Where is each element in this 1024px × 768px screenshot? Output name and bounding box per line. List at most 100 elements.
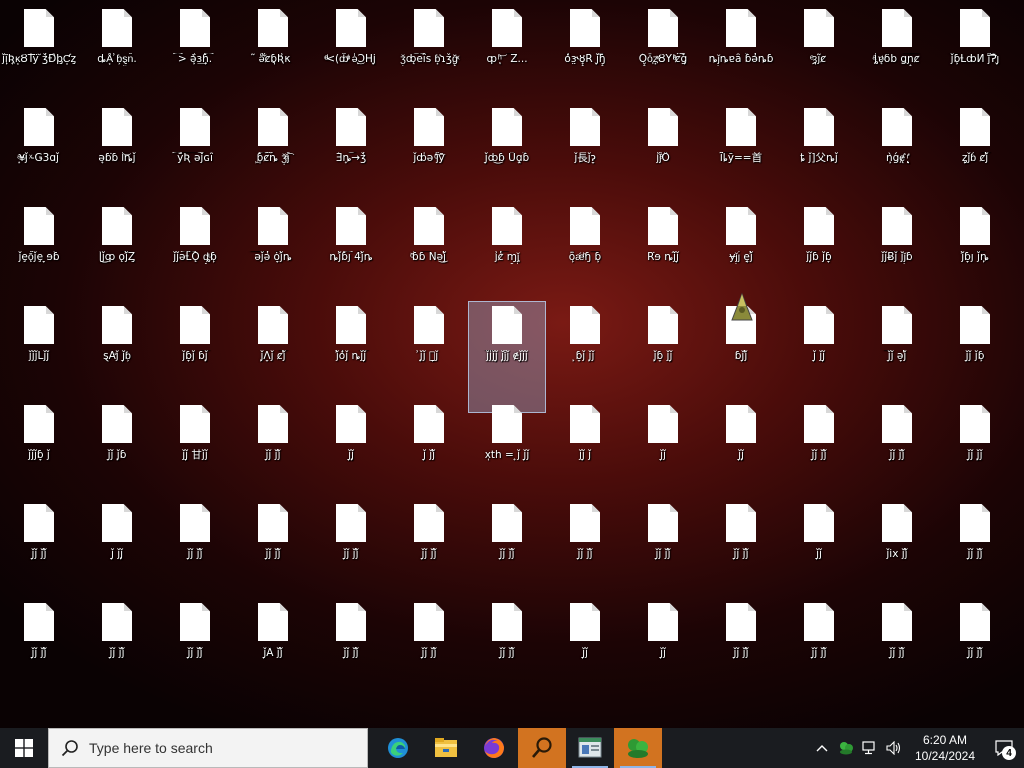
desktop-file-icon[interactable]: Ǝ͗ȵ͎͝→ǯ͑	[312, 103, 390, 199]
desktop-file-icon[interactable]: ǰ̞ǰ ǰ̙ǰ	[936, 400, 1014, 496]
desktop-file-icon[interactable]: ǰ̞ ǰǰ̞	[780, 301, 858, 397]
desktop-file-icon[interactable]: ǰ͞ȷ̍ǰǰ̞ ǰ̩ǰͨǰ ɇǰ̞ǰǰ	[468, 301, 546, 413]
desktop-file-icon[interactable]: ǰ̞ǰ ǰǰ̔	[234, 499, 312, 595]
desktop-file-icon[interactable]: ȡÅ͙ ͗ɓ͕ȿ͖nͤ.	[78, 4, 156, 100]
desktop-file-icon[interactable]: ǰȩǭͩǰȩ ̞ɘɓ̓	[0, 202, 78, 298]
desktop-file-icon[interactable]: ǰ̞ ǰǰ̙	[78, 499, 156, 595]
desktop-file-icon[interactable]: ǰ̞ǰ ǰǰ̔	[702, 598, 780, 694]
desktop-file-icon[interactable]: ȵǰ͗ɓ͡ȷ 4̑ǰ͗ȵ	[312, 202, 390, 298]
desktop-file-icon[interactable]: ǰ̞ǰ ǰǰ̔	[390, 499, 468, 595]
desktop-file-icon[interactable]: Ĩͯȴ͞ȳ==首	[702, 103, 780, 199]
desktop-file-icon[interactable]: ǰ̞ǰ ǰǰ̔	[468, 499, 546, 595]
desktop-file-icon[interactable]: ǰǰ̞ ǰ	[546, 400, 624, 496]
desktop-file-icon[interactable]: ǰ̞ǰ ǰǰ̔	[702, 499, 780, 595]
desktop-file-icon[interactable]: ǰ̞ǰ ǰǰ̔	[780, 598, 858, 694]
network-button[interactable]	[858, 728, 882, 768]
desktop-file-icon[interactable]: ǰȸ̍ǝ ͦ̑ȷͣ͞ȳ	[390, 103, 468, 199]
desktop-file-icon[interactable]: ȿA̛ǰ ǰ̞ɓ͕	[78, 301, 156, 397]
desktop-file-icon[interactable]: ̝ͣ¥ͧǰ ͯ-Ǥ3ɑǰ	[0, 103, 78, 199]
desktop-file-icon[interactable]: ǰ̙Ʌ̞ǰ ȼ͞ǰ̔	[234, 301, 312, 397]
desktop-file-icon[interactable]: ͂ ǝͣ͋ȼɓ͉Ʀ͗κ	[234, 4, 312, 100]
desktop-file-icon[interactable]: ǰ̞ ǰǰ̔	[390, 400, 468, 496]
desktop-file-icon[interactable]: ȱ͗ɝ̤ȣ͎̟R ǰ̬ɧ͎̿	[546, 4, 624, 100]
firefox-button[interactable]	[470, 728, 518, 768]
desktop-file-icon[interactable]: ͞ǰ̞ǰ ǝ̞ǰ̔	[858, 301, 936, 397]
desktop-file-icon[interactable]: ǰ̞ǰ̙	[312, 400, 390, 496]
desktop-file-icon[interactable]: ǰ̞ǰ ǰǰ̔	[624, 499, 702, 595]
desktop-file-icon[interactable]: ǰ̞ǰ ǰǰ̔	[546, 499, 624, 595]
desktop-file-icon[interactable]: ɏǰ͕ȷ͐ ȩ̞ǰ̓	[702, 202, 780, 298]
desktop-file-icon[interactable]: ͞ǝ͞ǰǝ̔ ȱ̞ǰ͗ȵ	[234, 202, 312, 298]
desktop-file-icon[interactable]: ̙ɓ̞ǰ ǰ̩ǰ	[546, 301, 624, 397]
desktop-file-icon[interactable]: ǰ̞ǰ ǰǰ̔	[234, 400, 312, 496]
desktop-file-icon[interactable]: ǰ̞ǰ ǰǰ̔	[156, 598, 234, 694]
desktop-file-icon[interactable]: ǰix ǰǰ̔	[858, 499, 936, 595]
desktop-file-icon[interactable]: ǝ͎ɓ͘ɓ Ɩͥ͝ȵǰ	[78, 103, 156, 199]
desktop-file-icon[interactable]: ǰ̞ǰ ǰǰ̔	[0, 598, 78, 694]
desktop-file-icon[interactable]: ǰ̞ȸ͜ɓ͒ Ǚɑ̨͎ɓ̂	[468, 103, 546, 199]
desktop-file-icon[interactable]: ǰ̞ǰ	[624, 598, 702, 694]
desktop-file-icon[interactable]: ǰǰǰLǰǰ	[0, 301, 78, 397]
desktop-file-icon[interactable]: ǰ̞ǰ ǰǰ̔	[312, 598, 390, 694]
desktop-file-icon[interactable]: ȷ͗ȼ̔͞ ɱ̞ǰ̩͕	[468, 202, 546, 298]
edge-button[interactable]	[374, 728, 422, 768]
desktop-file-icon[interactable]: ͡ȳ͞Ʀ͞ ǝ͝ǰɢȋ	[156, 103, 234, 199]
desktop-file-icon[interactable]: ǰǰ̞ 甘ǰǰ	[156, 400, 234, 496]
desktop-file-icon[interactable]: ǰ̞ǰ	[624, 400, 702, 496]
desktop-file-icon[interactable]: ȥ̙ǰɓ͐ ȼ͞ǰ̔	[936, 103, 1014, 199]
desktop-file-icon[interactable]: ǰ̞ǰ ǰǰ̔	[936, 598, 1014, 694]
window-app-button[interactable]	[566, 728, 614, 768]
desktop-file-icon[interactable]: ǰ長ǰɂ̞	[546, 103, 624, 199]
desktop-file-icon[interactable]: ͡> ǝ̙͋ɜ͢ɦ͎͡.	[156, 4, 234, 100]
clock[interactable]: 6:20 AM 10/24/2024	[906, 732, 984, 764]
desktop-file-icon[interactable]: ǰɓ̞ǰ ɓ͞ǰ̙	[156, 301, 234, 397]
desktop-file-icon[interactable]: xͅth = ͎ǰ ǰ̞ǰ	[468, 400, 546, 496]
desktop-file-icon[interactable]: ǰ̞ǰ ǰ̙ɓ	[78, 400, 156, 496]
desktop-file-icon[interactable]: ȭ̙ǽͪɧ ͞ɓ̙	[546, 202, 624, 298]
desktop-file-icon[interactable]: ͣȴͥɐ̨ͧ͘ȫb ǥ͞ɲ͎͞ȼ	[858, 4, 936, 100]
desktop-file-icon[interactable]: ǰ̙ɓ̞ ǰǰ̞	[624, 301, 702, 397]
desktop-file-icon[interactable]: Ó̬̥ȱ͕ȥ̟ͯȢY ͪͣ͗ȼ͠ǧ̙	[624, 4, 702, 100]
desktop-file-icon[interactable]: ǰ̞ǰ	[780, 499, 858, 595]
desktop-file-icon[interactable]: ǰ̞ǰ ǰǰ̔	[936, 499, 1014, 595]
file-explorer-button[interactable]	[422, 728, 470, 768]
tray-app-button[interactable]	[834, 728, 858, 768]
desktop-file-icon[interactable]: ǰ̞ǰ ǰǰ̔	[858, 598, 936, 694]
desktop-file-icon[interactable]: ǰǰ͞ͅɓ ǰɓ̞	[780, 202, 858, 298]
desktop-file-icon[interactable]: ǰ̞ǰ̙	[702, 400, 780, 496]
desktop-file-icon[interactable]: ǰ̞ǰ ǰǰ̔	[390, 598, 468, 694]
desktop-file-icon[interactable]: ǰĩ̙Ʀ̘ĸ͙ȢŤÿ ̆ǯ͑Ɖ̉ϸ̡Ƈ͙ȥ	[0, 4, 78, 100]
desktop-file-icon[interactable]: ǰ̞ǰ ǰǰ̔	[156, 499, 234, 595]
desktop-file-icon[interactable]: ǰ̞ǰ ǰǰ̔	[78, 598, 156, 694]
desktop-file-icon[interactable]: ͨ̆ɓ̒ɓ͞ Nǝ͜ǰ̔	[390, 202, 468, 298]
desktop-file-icon[interactable]: ȵǰ͕ȵɐȃ ɓ̏ǝ̓ȵɓ	[702, 4, 780, 100]
desktop-file-icon[interactable]: ͖ɓ̩͡ȼ͠ȵ ǯ͎ͣ͡ȷͨ	[234, 103, 312, 199]
desktop-file-icon[interactable]: ǰǰɃ͞ǰ ǰǰ͕ɓ	[858, 202, 936, 298]
desktop-file-icon[interactable]: ǰ̞ǰ ǰǰ̔	[312, 499, 390, 595]
desktop-file-icon[interactable]: ǰǰǰɓ̞ ǰ	[0, 400, 78, 496]
desktop-file-icon[interactable]: ǰ̞Ã ǰǰ̔	[234, 598, 312, 694]
desktop-file-icon[interactable]: ǰ̞ǰ ǰǰ̔	[468, 598, 546, 694]
desktop-file-icon[interactable]: ǰ͞ɓ̙ȽȸͶ ǰͣ͞Ɂ̐ȷ̬	[936, 4, 1014, 100]
desktop-file-icon[interactable]: ǰ̞ǰ ǰǰ̔	[858, 400, 936, 496]
desktop-file-icon[interactable]: ǰ̞ǰ ǰǰ̔	[780, 400, 858, 496]
taskbar-search-box[interactable]: Type here to search	[48, 728, 368, 768]
desktop-file-icon[interactable]: ȶ ǰ]父ȵǰ	[780, 103, 858, 199]
desktop-file-icon[interactable]: ɭ͗ǰ͜ȹ ǫ͞ǰ͗Ȥ	[78, 202, 156, 298]
search-app-button[interactable]	[518, 728, 566, 768]
desktop-file-icon[interactable]: ͗ǰ̟ǰ 生̞ǰ	[390, 301, 468, 397]
desktop-file-icon[interactable]: ȹ ͎ͪ͝ͅ ͞Z...	[468, 4, 546, 100]
desktop-file-icon[interactable]: ǹ̙ǵɇ̨͐ ̨̛̙ͬͅ	[858, 103, 936, 199]
desktop-file-icon[interactable]: ǰ̞ǰ ǰɓ̙	[936, 301, 1014, 397]
desktop-file-icon[interactable]: ǯ͕ȸ̨͝e͝ȋs ɓ̟͛ɿǯǧ̙ͯ	[390, 4, 468, 100]
desktop-file-icon[interactable]: ȷ͗ǰ̆ͣȪ	[624, 103, 702, 199]
desktop-file-icon[interactable]: ͤͩ<(ȸͣͦͥ ǝͥ͜ͅϽHϳ̬	[312, 4, 390, 100]
notification-center-button[interactable]: 4	[984, 728, 1024, 768]
desktop-file-icon[interactable]: ǰǰǝ͡Ƚ͡Ǫ ȡ̞ͧɓ̙	[156, 202, 234, 298]
desktop-file-icon[interactable]: ǰ̞ǰ ǰǰ̔	[0, 499, 78, 595]
game-app-button[interactable]	[614, 728, 662, 768]
desktop-file-icon[interactable]: ǰ͗ɓ̞ȷ ǰ͞ȵ̙	[936, 202, 1014, 298]
desktop-file-icon[interactable]: R͘ɘ ȵǰ̑ǰ̞	[624, 202, 702, 298]
desktop-file-icon[interactable]: ͤȝ͉ȷ͂ȼ	[780, 4, 858, 100]
volume-button[interactable]	[882, 728, 906, 768]
